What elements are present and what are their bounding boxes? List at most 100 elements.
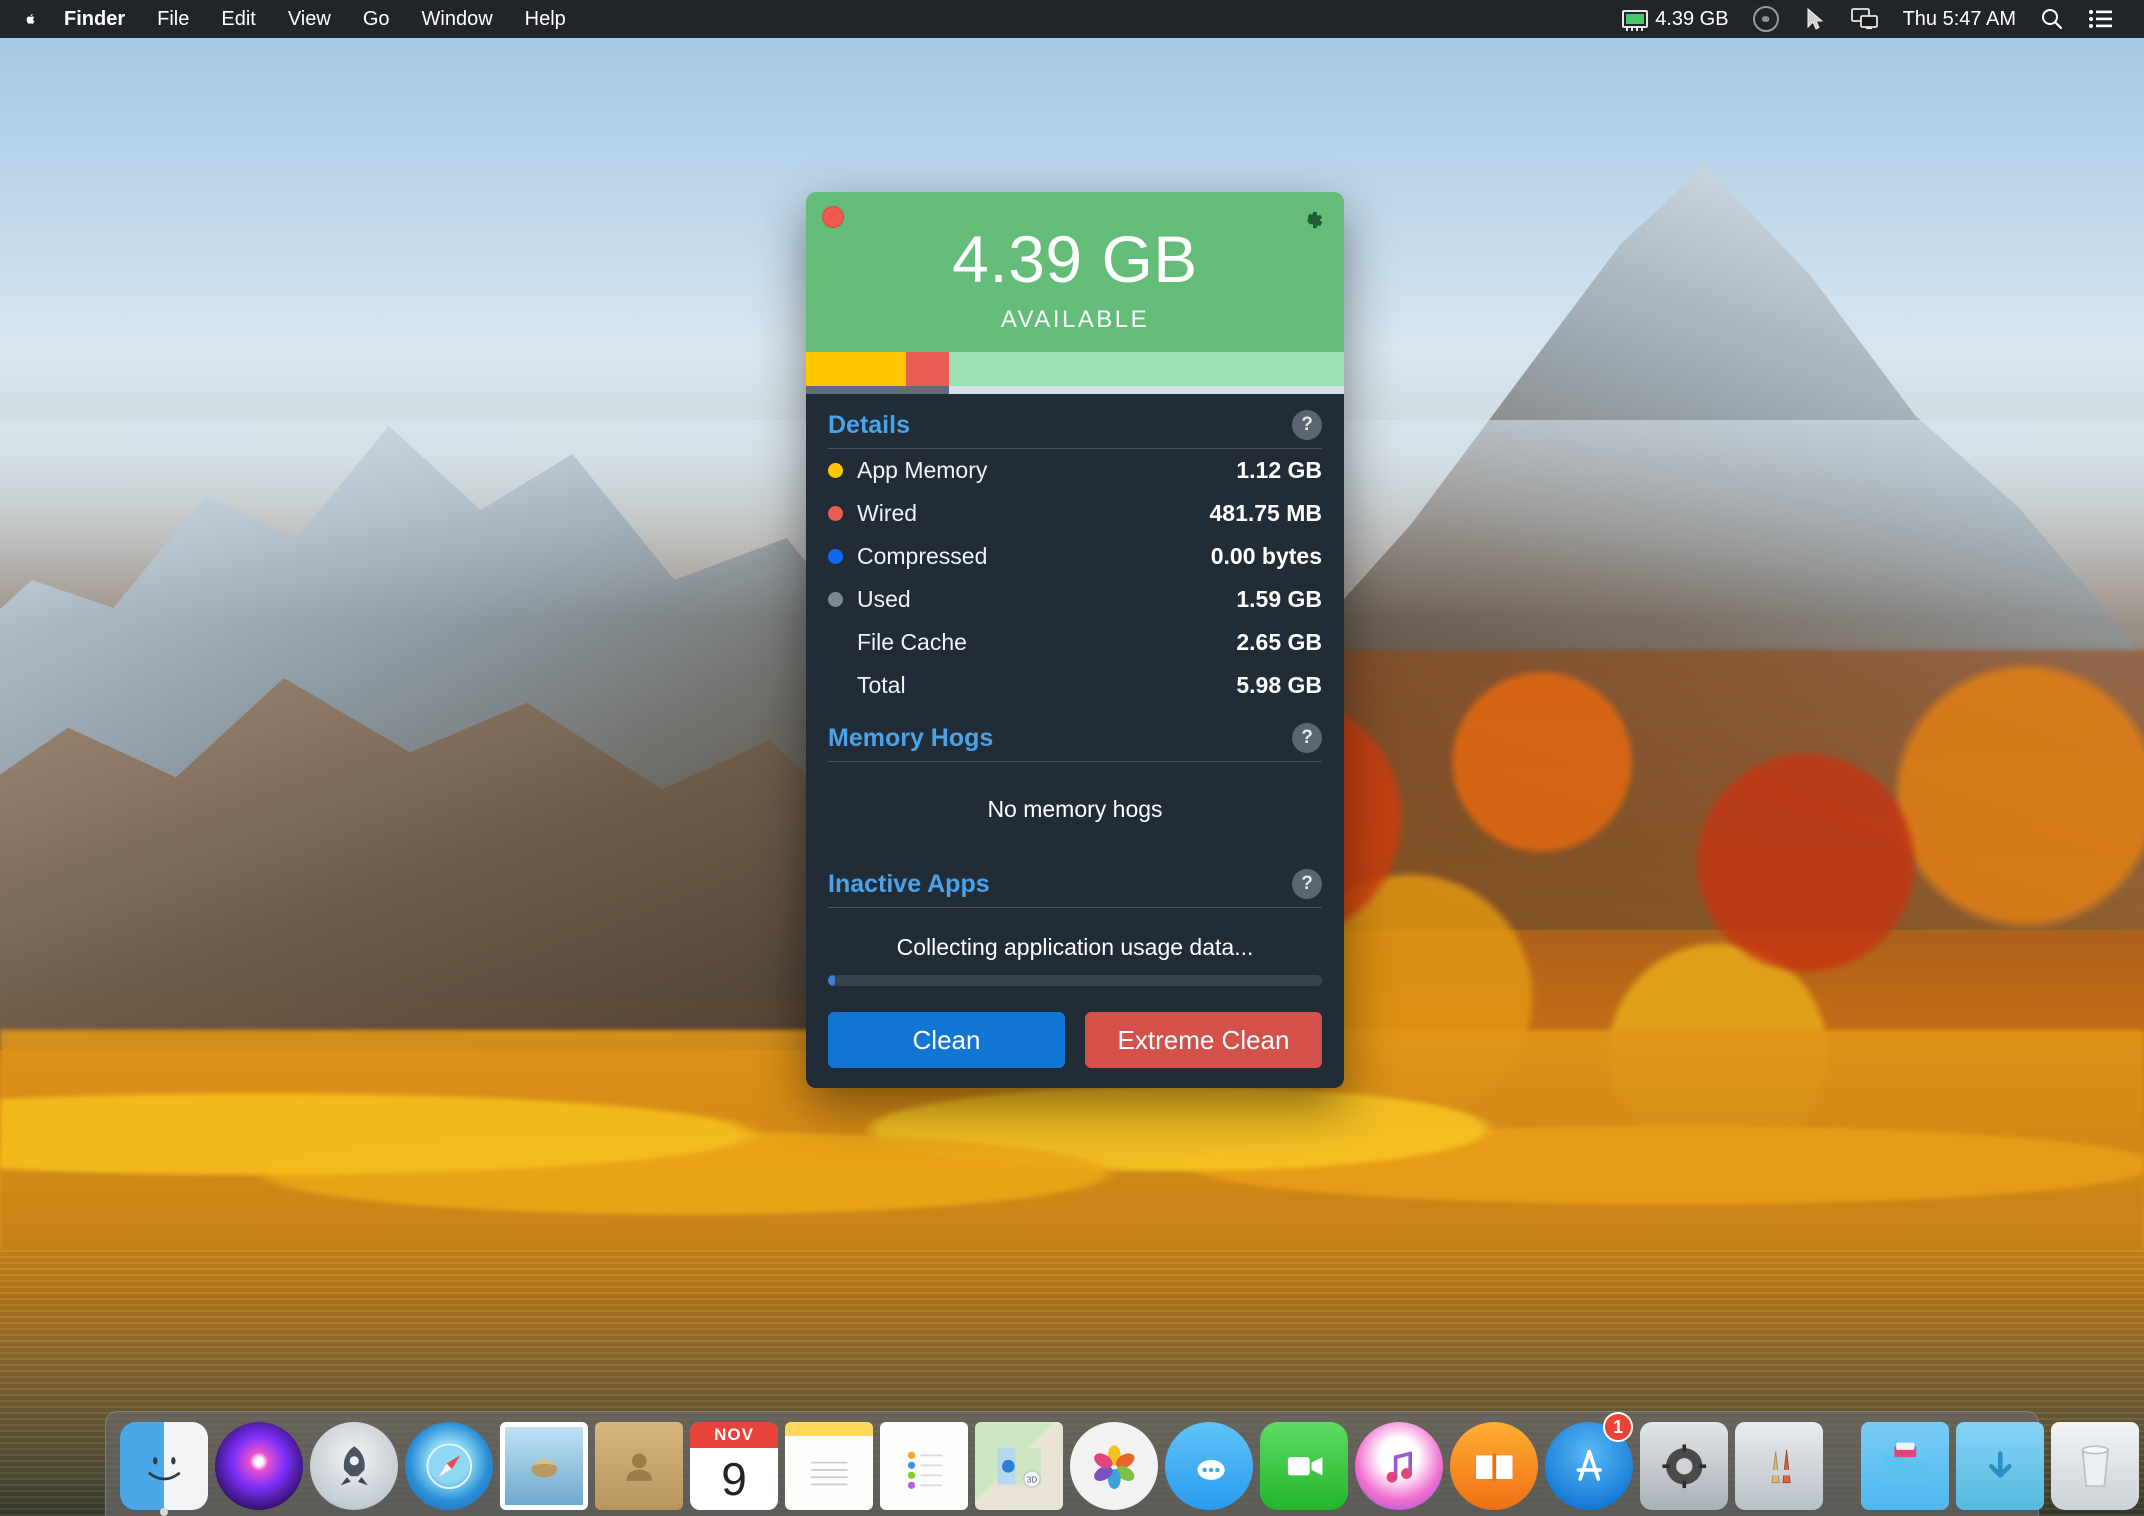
dock-item-trash[interactable] [2051,1414,2139,1510]
inactive-apps-help-icon[interactable]: ? [1292,869,1322,899]
memory-cleaner-window: 4.39 GB AVAILABLE Details ? App Memory 1… [806,192,1344,1088]
contacts-silhouette-icon [595,1422,683,1510]
search-icon[interactable] [2028,0,2076,38]
extreme-clean-button[interactable]: Extreme Clean [1085,1012,1322,1068]
table-row: Total 5.98 GB [828,664,1322,707]
memory-usage-bar [806,352,1344,394]
pencil-brush-icon [1735,1422,1823,1510]
cursor-pointer-icon[interactable] [1791,0,1839,38]
reminders-dots-icon [880,1422,968,1510]
dock-item-mail[interactable] [500,1414,588,1510]
legend-dot-used [828,592,843,607]
apple-logo-icon[interactable] [22,4,48,34]
running-indicator-dot [160,1508,168,1516]
details-section-header: Details ? [828,394,1322,440]
dock-item-facetime[interactable] [1260,1414,1348,1510]
messages-bubble-icon [1165,1422,1253,1510]
detail-value: 0.00 bytes [1210,543,1322,569]
app-store-badge: 1 [1603,1412,1633,1442]
screen-mirroring-icon[interactable] [1839,0,1891,38]
inactive-apps-title: Inactive Apps [828,869,990,898]
menu-item-window[interactable]: Window [406,0,509,38]
legend-dot-compressed [828,549,843,564]
detail-value: 5.98 GB [1236,672,1322,698]
usage-segment-free [949,352,1344,386]
usage-segment-wired [906,352,950,386]
menu-bar-status-area: 4.39 GB ⚭ Thu 5:47 AM [1610,0,2144,38]
dock-item-itunes[interactable] [1355,1414,1443,1510]
trash-icon [2051,1422,2139,1510]
inactive-apps-section-header: Inactive Apps ? [828,853,1322,899]
dock-item-contacts[interactable] [595,1414,683,1510]
collecting-progress-bar [828,975,1322,986]
available-memory-value: 4.39 GB [952,222,1198,296]
dock-item-calendar[interactable]: NOV 9 [690,1414,778,1510]
download-arrow-icon [1956,1422,2044,1510]
legend-dot-total [828,678,843,693]
menu-item-go[interactable]: Go [347,0,406,38]
usage-segment-app-memory [806,352,907,386]
detail-label: File Cache [857,629,967,655]
inactive-apps-status-message: Collecting application usage data... [896,934,1254,960]
dock-item-safari[interactable] [405,1414,493,1510]
menu-bar: Finder File Edit View Go Window Help 4.3… [0,0,2144,38]
dock-item-finder[interactable] [120,1414,208,1516]
memory-hogs-section-header: Memory Hogs ? [828,707,1322,753]
dock-item-notes[interactable] [785,1414,873,1510]
table-row: File Cache 2.65 GB [828,621,1322,664]
dock-item-reminders[interactable] [880,1414,968,1510]
menu-item-help[interactable]: Help [509,0,582,38]
calendar-day-number: 9 [721,1453,747,1505]
window-body: Details ? App Memory 1.12 GB Wired 481.7… [806,394,1344,1088]
detail-value: 1.59 GB [1236,586,1322,612]
close-window-dot[interactable] [822,206,844,228]
dock-item-launchpad[interactable] [310,1414,398,1510]
video-camera-icon [1260,1422,1348,1510]
menu-item-file[interactable]: File [141,0,205,38]
compass-icon [405,1422,493,1510]
memory-status-item[interactable]: 4.39 GB [1610,0,1740,38]
adobe-creative-cloud-icon[interactable]: ⚭ [1741,0,1791,38]
dock-item-appstore[interactable]: 1 [1545,1412,1633,1510]
menu-item-edit[interactable]: Edit [205,0,271,38]
table-row: App Memory 1.12 GB [828,449,1322,492]
menu-bar-clock[interactable]: Thu 5:47 AM [1891,0,2028,38]
folder-icon [1861,1422,1949,1510]
details-list: App Memory 1.12 GB Wired 481.75 MB Compr… [828,449,1322,707]
control-center-list-icon[interactable] [2076,0,2126,38]
finder-face-icon [120,1422,208,1510]
detail-label: Compressed [857,543,988,569]
detail-value: 481.75 MB [1209,500,1322,526]
clean-button[interactable]: Clean [828,1012,1065,1068]
settings-gear-icon[interactable] [1298,206,1326,234]
dock-item-ibooks[interactable] [1450,1414,1538,1510]
stamp-eagle-icon [505,1427,583,1505]
memory-hogs-empty-message: No memory hogs [987,796,1163,822]
dock-item-xcode[interactable] [1735,1414,1823,1510]
legend-dot-wired [828,506,843,521]
dock-item-siri[interactable] [215,1414,303,1510]
menu-item-finder[interactable]: Finder [48,0,141,38]
window-header: 4.39 GB AVAILABLE [806,192,1344,352]
dock-item-documents-folder[interactable] [1861,1414,1949,1510]
details-title: Details [828,410,910,439]
dock-item-photos[interactable] [1070,1414,1158,1510]
detail-label: App Memory [857,457,988,483]
dock-item-maps[interactable]: 3D [975,1414,1063,1510]
menu-item-view[interactable]: View [272,0,347,38]
dock-item-system-preferences[interactable] [1640,1414,1728,1510]
available-memory-label: AVAILABLE [1000,306,1150,333]
memory-hogs-help-icon[interactable]: ? [1292,723,1322,753]
table-row: Used 1.59 GB [828,578,1322,621]
music-note-icon [1355,1422,1443,1510]
photos-pinwheel-icon [1070,1422,1158,1510]
rocket-icon [310,1422,398,1510]
dock-item-downloads-folder[interactable] [1956,1414,2044,1510]
maps-pin-3d-icon: 3D [975,1422,1063,1510]
dock-item-messages[interactable] [1165,1414,1253,1510]
dock: NOV 9 3D 1 [105,1411,2139,1516]
details-help-icon[interactable]: ? [1292,410,1322,440]
legend-dot-file-cache [828,635,843,650]
detail-value: 1.12 GB [1236,457,1322,483]
memory-hogs-title: Memory Hogs [828,723,994,752]
